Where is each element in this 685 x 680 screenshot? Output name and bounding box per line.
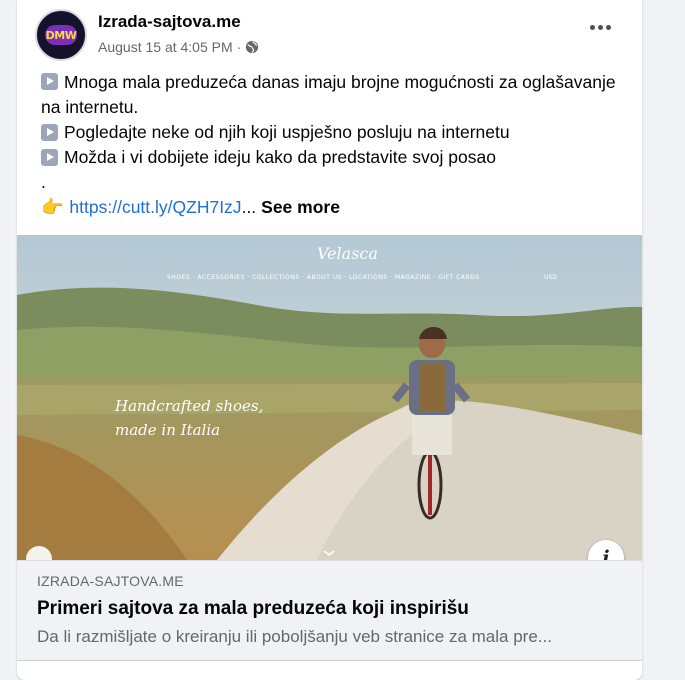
pointing-hand-icon: 👉 <box>41 197 64 217</box>
play-button-icon <box>41 149 58 166</box>
link-preview[interactable]: IZRADA-SAJTOVA.ME Primeri sajtova za mal… <box>17 560 642 661</box>
link-ellipsis: ... <box>241 197 257 217</box>
post-meta: August 15 at 4:05 PM · <box>98 39 259 55</box>
post-timestamp[interactable]: August 15 at 4:05 PM <box>98 39 233 55</box>
post-line: Možda i vi dobijete ideju kako da predst… <box>41 145 621 170</box>
preview-domain: IZRADA-SAJTOVA.ME <box>37 573 184 589</box>
more-options-icon[interactable] <box>590 22 612 32</box>
post-link-line: 👉 https://cutt.ly/QZH7IzJ... See more <box>41 195 621 220</box>
play-button-icon <box>41 73 58 90</box>
post-line: Mnoga mala preduzeća danas imaju brojne … <box>41 70 621 120</box>
post-line-text: Možda i vi dobijete ideju kako da predst… <box>64 147 496 167</box>
post-line-text: Pogledajte neke od njih koji uspješno po… <box>64 122 510 142</box>
page-avatar[interactable]: DMW <box>35 9 87 61</box>
tagline-line-1: Handcrafted shoes, <box>114 397 263 415</box>
brand-logo: Velasca <box>317 244 378 263</box>
preview-description: Da li razmišljate o kreiranju ili pobolj… <box>37 627 552 646</box>
post-dot-line: . <box>41 172 46 192</box>
meta-separator: · <box>236 39 242 55</box>
post-link[interactable]: https://cutt.ly/QZH7IzJ <box>69 195 241 220</box>
play-button-icon <box>41 124 58 141</box>
link-preview-image[interactable]: Velasca SHOES · ACCESSORIES · COLLECTION… <box>17 235 642 560</box>
site-nav-currency: USD <box>544 274 557 281</box>
post-card: DMW Izrada-sajtova.me August 15 at 4:05 … <box>17 0 642 680</box>
post-line: Pogledajte neke od njih koji uspješno po… <box>41 120 621 145</box>
post-line-text: Mnoga mala preduzeća danas imaju brojne … <box>41 72 616 117</box>
preview-title[interactable]: Primeri sajtova za mala preduzeća koji i… <box>37 598 469 620</box>
avatar-logo: DMW <box>45 25 77 45</box>
post-text: Mnoga mala preduzeća danas imaju brojne … <box>41 70 621 220</box>
globe-icon[interactable] <box>245 40 259 54</box>
page-name[interactable]: Izrada-sajtova.me <box>98 12 241 32</box>
see-more-button[interactable]: See more <box>261 195 340 220</box>
tagline-line-2: made in Italia <box>115 421 220 439</box>
site-nav: SHOES · ACCESSORIES · COLLECTIONS · ABOU… <box>167 274 480 281</box>
divider <box>17 660 642 661</box>
